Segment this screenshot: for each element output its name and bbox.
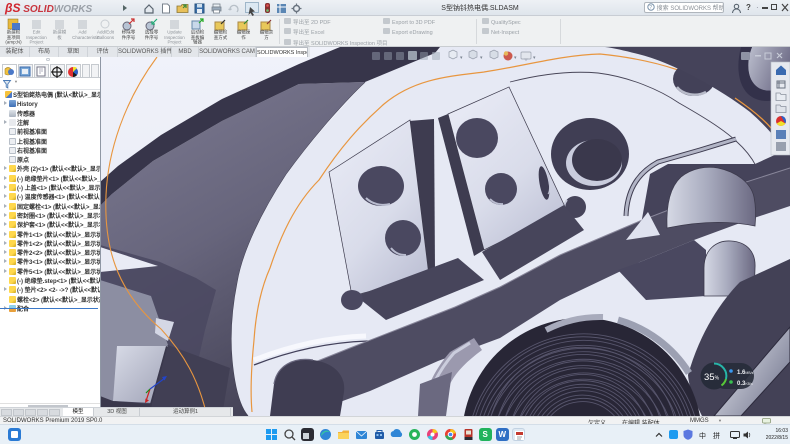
- svg-text:?: ?: [649, 5, 652, 11]
